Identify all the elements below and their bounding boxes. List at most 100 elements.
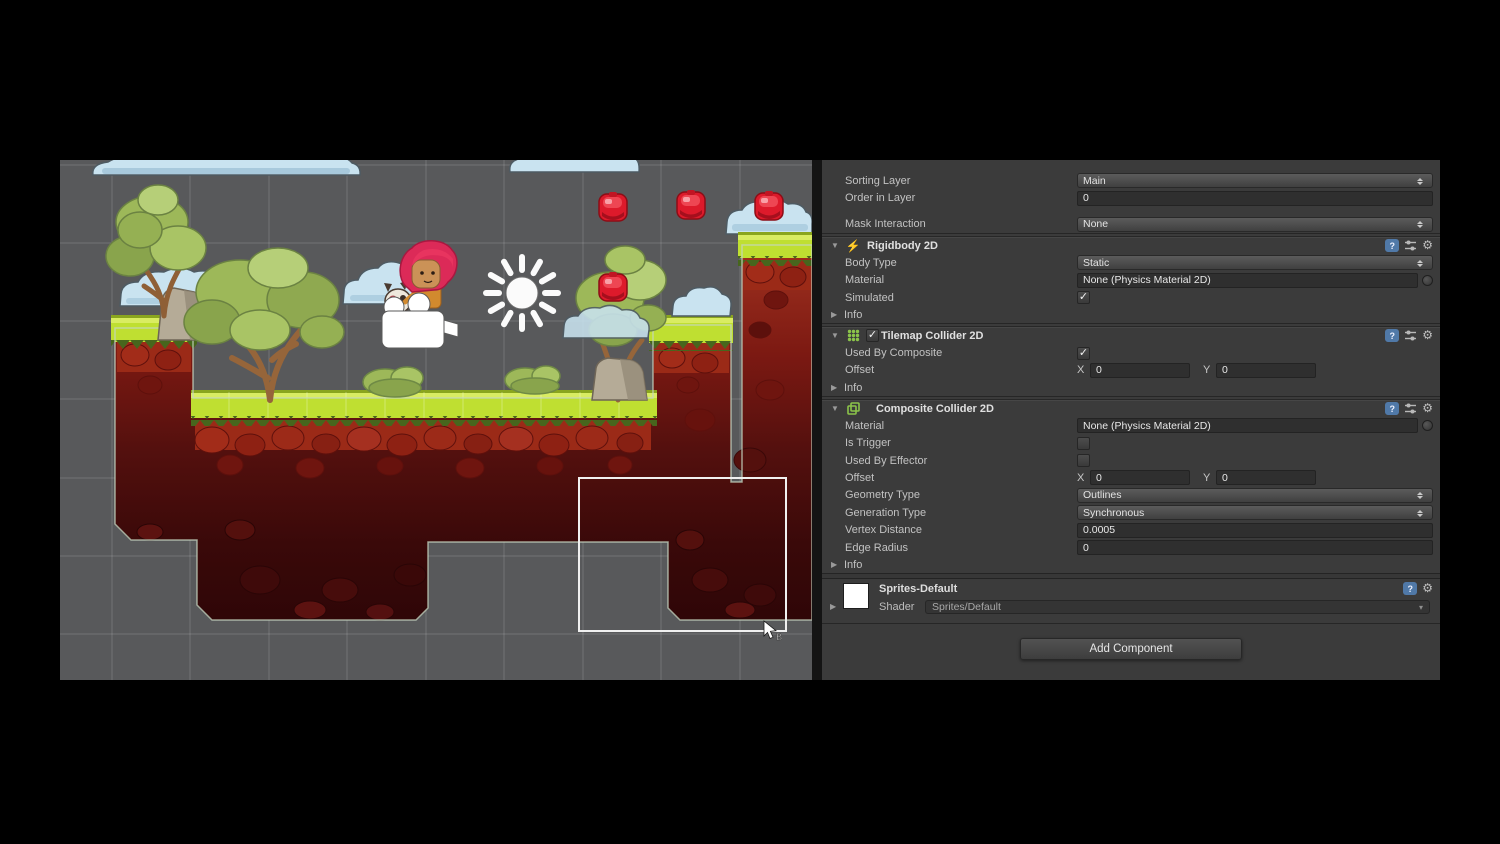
bush-sprite[interactable] <box>363 367 423 397</box>
gear-icon[interactable]: ⚙ <box>1422 402 1433 415</box>
vertex-distance-field[interactable]: 0.0005 <box>1077 523 1433 538</box>
help-icon[interactable]: ? <box>1385 239 1399 252</box>
offset-y-field[interactable]: 0 <box>1216 363 1316 378</box>
help-icon[interactable]: ? <box>1385 329 1399 342</box>
info-foldout[interactable]: ▶ Info <box>822 556 1440 573</box>
composite-collider-icon <box>844 402 862 415</box>
row-geometry-type: Geometry Type Outlines <box>822 487 1440 504</box>
offset-x-field[interactable]: 0 <box>1090 363 1190 378</box>
row-edge-radius: Edge Radius 0 <box>822 539 1440 556</box>
dropdown-value: Outlines <box>1083 489 1415 501</box>
material-object-field[interactable]: None (Physics Material 2D) <box>1077 418 1418 433</box>
row-is-trigger: Is Trigger <box>822 435 1440 452</box>
component-header-rigidbody-2d[interactable]: ▼ ⚡ Rigidbody 2D ? ⚙ <box>822 236 1440 254</box>
component-enabled-checkbox[interactable]: ✓ <box>866 329 879 342</box>
component-header-tilemap-collider-2d[interactable]: ▼ ✓ Tilemap Collider 2D ? ⚙ <box>822 326 1440 344</box>
gear-icon[interactable]: ⚙ <box>1422 329 1433 342</box>
dropdown-arrows-icon <box>1415 256 1427 270</box>
component-header-composite-collider-2d[interactable]: ▼ Composite Collider 2D ? ⚙ <box>822 399 1440 417</box>
dropdown-value: Main <box>1083 175 1415 187</box>
tilemap-collider-icon <box>844 329 862 342</box>
foldout-closed-icon[interactable]: ▶ <box>830 602 836 611</box>
offset-y-field[interactable]: 0 <box>1216 470 1316 485</box>
geometry-type-dropdown[interactable]: Outlines <box>1077 488 1433 503</box>
check-icon: ✓ <box>1079 291 1088 303</box>
sorting-layer-dropdown[interactable]: Main <box>1077 173 1433 188</box>
field-label: Sorting Layer <box>845 175 1077 187</box>
dropdown-arrows-icon <box>1415 174 1427 188</box>
scene-canvas[interactable]: B <box>60 160 812 680</box>
collectible-apple[interactable] <box>755 191 783 220</box>
row-vertex-distance: Vertex Distance 0.0005 <box>822 521 1440 538</box>
preset-icon[interactable] <box>1404 329 1417 342</box>
offset-x-field[interactable]: 0 <box>1090 470 1190 485</box>
axis-label-y: Y <box>1203 364 1216 376</box>
row-body-type: Body Type Static <box>822 254 1440 271</box>
info-label: Info <box>844 382 862 394</box>
foldout-open-icon[interactable]: ▼ <box>831 241 844 250</box>
panel-divider[interactable] <box>812 160 822 680</box>
component-title: Rigidbody 2D <box>867 240 938 252</box>
preset-icon[interactable] <box>1404 239 1417 252</box>
row-generation-type: Generation Type Synchronous <box>822 504 1440 521</box>
gear-icon[interactable]: ⚙ <box>1422 582 1433 595</box>
field-label: Material <box>845 274 1077 286</box>
collectible-apple[interactable] <box>599 192 627 221</box>
collectible-apple[interactable] <box>677 190 705 219</box>
dropdown-value: Static <box>1083 257 1415 269</box>
dropdown-value: None <box>1083 218 1415 230</box>
info-foldout[interactable]: ▶ Info <box>822 379 1440 396</box>
mask-interaction-dropdown[interactable]: None <box>1077 217 1433 232</box>
help-icon[interactable]: ? <box>1403 582 1417 595</box>
shader-dropdown[interactable]: Sprites/Default ▾ <box>925 600 1430 614</box>
object-picker-icon[interactable] <box>1422 420 1433 431</box>
object-picker-icon[interactable] <box>1422 275 1433 286</box>
is-trigger-checkbox[interactable] <box>1077 437 1090 450</box>
foldout-closed-icon: ▶ <box>831 310 844 319</box>
material-section: ▶ Sprites-Default Shader Sprites/Default… <box>822 579 1440 623</box>
row-material: Material None (Physics Material 2D) <box>822 272 1440 289</box>
field-label: Mask Interaction <box>845 218 1077 230</box>
collectible-apple[interactable] <box>599 272 627 301</box>
field-label: Order in Layer <box>845 192 1077 204</box>
editor-content: B Sorting Layer Main Order in Layer 0 <box>60 160 1440 680</box>
body-type-dropdown[interactable]: Static <box>1077 255 1433 270</box>
help-icon[interactable]: ? <box>1385 402 1399 415</box>
field-label: Used By Effector <box>845 455 1077 467</box>
row-offset: Offset X 0 Y 0 <box>822 362 1440 379</box>
bush-sprite[interactable] <box>505 366 560 394</box>
preset-icon[interactable] <box>1404 402 1417 415</box>
order-in-layer-field[interactable]: 0 <box>1077 191 1433 206</box>
scene-view[interactable]: B <box>60 160 812 680</box>
edge-radius-field[interactable]: 0 <box>1077 540 1433 555</box>
generation-type-dropdown[interactable]: Synchronous <box>1077 505 1433 520</box>
material-preview-swatch[interactable] <box>843 583 869 609</box>
field-value: 0 <box>1096 364 1102 376</box>
used-by-composite-checkbox[interactable]: ✓ <box>1077 347 1090 360</box>
row-order-in-layer: Order in Layer 0 <box>822 189 1440 206</box>
rock-sprite[interactable] <box>592 358 647 400</box>
row-material: Material None (Physics Material 2D) <box>822 417 1440 434</box>
foldout-open-icon[interactable]: ▼ <box>831 331 844 340</box>
material-object-field[interactable]: None (Physics Material 2D) <box>1077 273 1418 288</box>
used-by-effector-checkbox[interactable] <box>1077 454 1090 467</box>
row-sorting-layer: Sorting Layer Main <box>822 172 1440 189</box>
foldout-closed-icon: ▶ <box>831 383 844 392</box>
dropdown-value: Sprites/Default <box>932 601 1001 613</box>
field-label: Material <box>845 420 1077 432</box>
field-value: 0 <box>1083 192 1089 204</box>
field-label: Vertex Distance <box>845 524 1077 536</box>
brush-shortcut-label: B <box>776 632 782 642</box>
axis-label-x: X <box>1077 364 1090 376</box>
dropdown-arrows-icon <box>1415 488 1427 502</box>
foldout-open-icon[interactable]: ▼ <box>831 404 844 413</box>
gear-icon[interactable]: ⚙ <box>1422 239 1433 252</box>
field-label: Used By Composite <box>845 347 1077 359</box>
info-foldout[interactable]: ▶ Info <box>822 306 1440 323</box>
row-used-by-composite: Used By Composite ✓ <box>822 344 1440 361</box>
field-value: 0 <box>1222 364 1228 376</box>
field-label: Geometry Type <box>845 489 1077 501</box>
simulated-checkbox[interactable]: ✓ <box>1077 291 1090 304</box>
add-component-button[interactable]: Add Component <box>1020 638 1242 660</box>
dropdown-arrows-icon <box>1415 506 1427 520</box>
